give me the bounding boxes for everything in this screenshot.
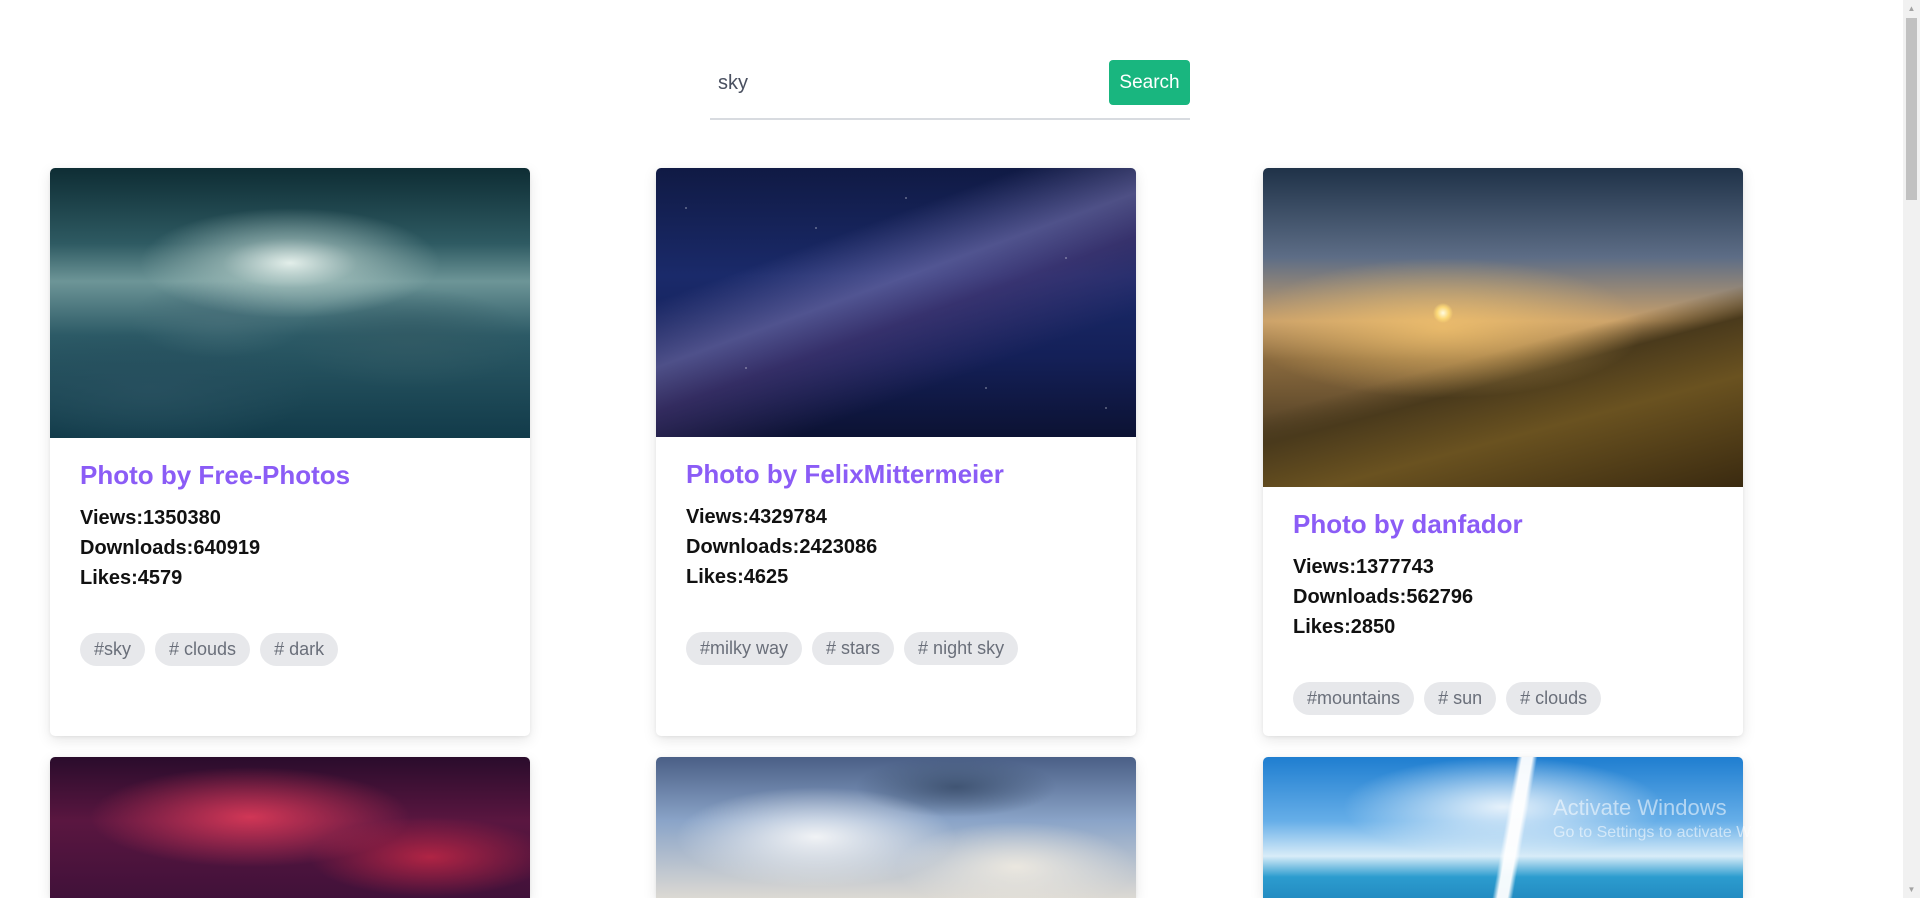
tag[interactable]: # clouds	[1506, 682, 1602, 715]
tag[interactable]: #mountains	[1293, 682, 1415, 715]
downloads-count: Downloads:2423086	[686, 536, 878, 558]
windows-activation-watermark: Activate Windows Go to Settings to activ…	[1553, 794, 1806, 844]
photo-card: Photo by Free-Photos Views:1350380 Downl…	[50, 168, 530, 736]
tag-list: #sky # clouds # dark	[80, 633, 500, 666]
tag-list: #mountains # sun # clouds	[1293, 682, 1713, 715]
tag[interactable]: #sky	[80, 633, 146, 666]
likes-count: Likes:4625	[686, 566, 789, 588]
photo-title: Photo by danfador	[1293, 509, 1523, 539]
tag[interactable]: # clouds	[155, 633, 251, 666]
photo-image[interactable]	[656, 168, 1136, 437]
photo-title: Photo by FelixMittermeier	[686, 459, 1004, 489]
photo-card	[656, 757, 1136, 898]
likes-count: Likes:2850	[1293, 616, 1396, 638]
photo-card: Photo by danfador Views:1377743 Download…	[1263, 168, 1743, 736]
card-body: Photo by FelixMittermeier Views:4329784 …	[656, 437, 1136, 665]
watermark-subtitle: Go to Settings to activate Windows.	[1553, 824, 1806, 841]
tag[interactable]: # night sky	[904, 632, 1019, 665]
search-button[interactable]: Search	[1109, 60, 1190, 105]
scroll-down-icon[interactable]: ▼	[1903, 881, 1920, 898]
views-count: Views:1377743	[1293, 556, 1434, 578]
photo-title: Photo by Free-Photos	[80, 460, 351, 490]
tag[interactable]: # dark	[260, 633, 339, 666]
search-input[interactable]	[710, 60, 1100, 106]
card-body: Photo by Free-Photos Views:1350380 Downl…	[50, 438, 530, 666]
downloads-count: Downloads:562796	[1293, 586, 1474, 608]
scrollbar-thumb[interactable]	[1906, 18, 1917, 200]
scroll-up-icon[interactable]: ▲	[1903, 0, 1920, 17]
likes-count: Likes:4579	[80, 567, 183, 589]
photo-image[interactable]	[656, 757, 1136, 898]
views-count: Views:1350380	[80, 507, 221, 529]
photo-card: Photo by FelixMittermeier Views:4329784 …	[656, 168, 1136, 736]
photo-card	[50, 757, 530, 898]
tag-list: #milky way # stars # night sky	[686, 632, 1106, 665]
photo-image[interactable]	[1263, 168, 1743, 487]
vertical-scrollbar[interactable]: ▲ ▼	[1903, 0, 1920, 898]
card-body: Photo by danfador Views:1377743 Download…	[1263, 487, 1743, 715]
downloads-count: Downloads:640919	[80, 537, 261, 559]
watermark-title: Activate Windows	[1553, 795, 1727, 820]
tag[interactable]: #milky way	[686, 632, 803, 665]
search-form: Search	[710, 60, 1190, 120]
photo-image[interactable]	[50, 168, 530, 438]
views-count: Views:4329784	[686, 506, 827, 528]
tag[interactable]: # stars	[812, 632, 895, 665]
tag[interactable]: # sun	[1424, 682, 1497, 715]
photo-image[interactable]	[50, 757, 530, 898]
